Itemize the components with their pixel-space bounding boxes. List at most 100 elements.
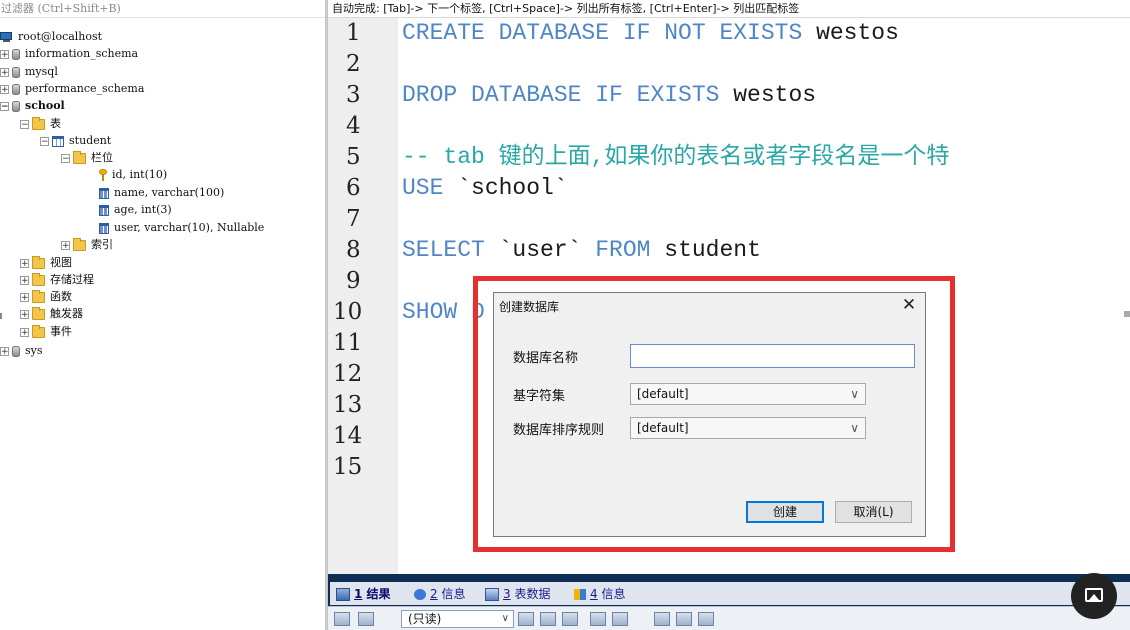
folder-icon	[32, 272, 45, 286]
line-number: 15	[333, 454, 363, 480]
folder-label: 索引	[91, 238, 113, 251]
line-number: 13	[333, 392, 363, 418]
tree-folder-triggers[interactable]: + 触发器	[20, 305, 83, 322]
column-label: age, int(3)	[114, 203, 172, 216]
expand-icon[interactable]: +	[20, 258, 29, 268]
collapse-icon[interactable]: −	[61, 153, 70, 163]
folder-icon	[73, 237, 86, 251]
tree-folder-procedures[interactable]: + 存储过程	[20, 271, 94, 288]
expand-icon[interactable]: +	[20, 309, 29, 319]
tab-info[interactable]: 2 信息	[414, 584, 465, 604]
cancel-button[interactable]: 取消(L)	[835, 501, 912, 523]
tree-db-school[interactable]: − school	[0, 97, 65, 114]
export-icon[interactable]	[358, 612, 374, 626]
save-icon[interactable]	[562, 612, 578, 626]
database-icon	[12, 345, 20, 357]
charset-select[interactable]: [default] ∨	[630, 383, 866, 405]
sql-keyword: USE	[402, 175, 444, 201]
delete-icon[interactable]	[590, 612, 606, 626]
tree-db-information-schema[interactable]: + information_schema	[0, 45, 138, 62]
expand-icon[interactable]: +	[20, 275, 29, 285]
code-line-6: USE `school`	[402, 173, 568, 204]
collation-select[interactable]: [default] ∨	[630, 417, 866, 439]
folder-label: 视图	[50, 256, 72, 269]
tree-db-mysql[interactable]: + mysql	[0, 63, 58, 80]
autocomplete-hint: 自动完成: [Tab]-> 下一个标签, [Ctrl+Space]-> 列出所有…	[328, 0, 1130, 18]
tree-folder-columns[interactable]: − 栏位	[61, 149, 113, 166]
info-icon	[414, 589, 426, 600]
database-icon	[12, 48, 20, 60]
sql-identifier: westos	[802, 20, 899, 46]
folder-icon	[32, 289, 45, 303]
image-icon[interactable]	[1071, 573, 1117, 619]
create-button[interactable]: 创建	[746, 501, 824, 523]
folder-icon	[32, 116, 45, 130]
object-browser: 过滤器 (Ctrl+Shift+B) root@localhost + infor…	[0, 0, 325, 630]
line-number: 11	[333, 330, 363, 356]
charset-select-value: [default]	[637, 387, 689, 401]
line-number: 8	[346, 237, 361, 263]
close-icon[interactable]: ✕	[900, 294, 918, 316]
dialog-title: 创建数据库	[499, 300, 560, 314]
tree-folder-events[interactable]: + 事件	[20, 323, 72, 340]
collapse-icon[interactable]: −	[20, 119, 29, 129]
expand-icon[interactable]: +	[0, 84, 9, 94]
tab-info-2[interactable]: 4 信息	[574, 584, 625, 604]
grid-mode-icon[interactable]	[654, 612, 670, 626]
tree-folder-views[interactable]: + 视图	[20, 254, 72, 271]
tab-results[interactable]: 1 结果	[336, 584, 391, 604]
charset-label: 基字符集	[513, 389, 566, 404]
expand-icon[interactable]: +	[20, 327, 29, 337]
collapse-icon[interactable]: −	[40, 136, 49, 146]
tree-column-user[interactable]: user, varchar(10), Nullable	[99, 219, 264, 236]
expand-icon[interactable]: +	[0, 49, 9, 59]
code-line-8: SELECT `user` FROM student	[402, 235, 761, 266]
text-mode-icon[interactable]	[698, 612, 714, 626]
tree-column-age[interactable]: age, int(3)	[99, 201, 172, 218]
grid-view-icon[interactable]	[334, 612, 350, 626]
code-line-1: CREATE DATABASE IF NOT EXISTS westos	[402, 18, 899, 49]
tree-db-sys[interactable]: + sys	[0, 342, 43, 359]
splitter-grip[interactable]	[0, 313, 2, 319]
database-name-label: 数据库名称	[513, 351, 579, 366]
sql-keyword: SELECT	[402, 237, 485, 263]
column-label: id, int(10)	[112, 168, 168, 181]
database-icon	[12, 100, 20, 112]
tree-column-name[interactable]: name, varchar(100)	[99, 184, 224, 201]
line-number: 12	[333, 361, 363, 387]
tree-folder-index[interactable]: + 索引	[61, 236, 113, 253]
line-number: 3	[346, 82, 361, 108]
readonly-select[interactable]: (只读) ∨	[401, 610, 514, 628]
tree-folder-functions[interactable]: + 函数	[20, 288, 72, 305]
tree-table-student[interactable]: − student	[40, 132, 111, 149]
tree-column-id[interactable]: id, int(10)	[99, 166, 167, 183]
paste-icon[interactable]	[540, 612, 556, 626]
expand-icon[interactable]: +	[61, 240, 70, 250]
sql-identifier: `user`	[484, 237, 596, 263]
sql-identifier: student	[650, 237, 761, 263]
form-mode-icon[interactable]	[676, 612, 692, 626]
code-line-3: DROP DATABASE IF EXISTS westos	[402, 80, 816, 111]
folder-icon	[73, 150, 86, 164]
refresh-icon[interactable]	[612, 612, 628, 626]
collapse-icon[interactable]: −	[0, 101, 9, 111]
database-name-input[interactable]	[630, 344, 915, 368]
scroll-grip[interactable]	[1124, 311, 1130, 317]
filter-input[interactable]: 过滤器 (Ctrl+Shift+B)	[0, 0, 325, 18]
expand-icon[interactable]: +	[0, 67, 9, 77]
chart-icon	[574, 589, 586, 600]
tree-folder-tables[interactable]: − 表	[20, 115, 61, 132]
tab-number: 3	[503, 587, 511, 601]
line-number: 4	[346, 113, 361, 139]
db-label: mysql	[25, 65, 58, 78]
sql-keyword: DROP DATABASE IF EXISTS	[402, 82, 720, 108]
expand-icon[interactable]: +	[20, 292, 29, 302]
tab-table-data[interactable]: 3 表数据	[485, 584, 550, 604]
db-label: information_schema	[25, 47, 139, 60]
tab-label: 结果	[366, 587, 391, 601]
copy-icon[interactable]	[518, 612, 534, 626]
table-label: student	[69, 134, 112, 147]
tree-host[interactable]: root@localhost	[0, 28, 102, 45]
expand-icon[interactable]: +	[0, 346, 9, 356]
tree-db-performance-schema[interactable]: + performance_schema	[0, 80, 144, 97]
